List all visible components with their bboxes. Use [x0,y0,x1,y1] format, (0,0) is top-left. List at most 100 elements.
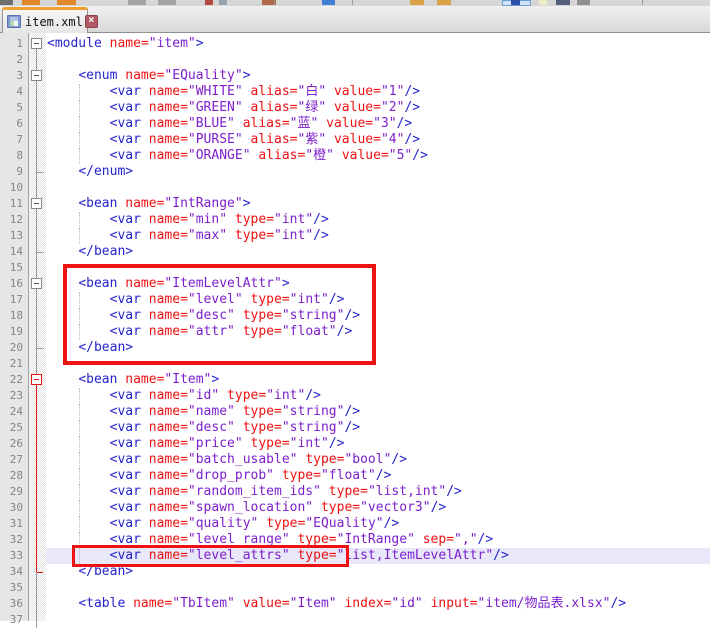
code-token: /> [446,484,462,499]
line-number[interactable]: 34 [0,564,29,580]
code-line[interactable]: <var name="random_item_ids" type="list,i… [46,484,710,500]
line-number[interactable]: 30 [0,500,29,516]
line-number[interactable]: 2 [0,52,29,68]
code-line[interactable]: </bean> [46,340,710,356]
code-line[interactable] [46,180,710,196]
code-line[interactable]: <var name="drop_prob" type="float"/> [46,468,710,484]
code-line[interactable]: <var name="attr" type="float"/> [46,324,710,340]
line-number[interactable]: 19 [0,324,29,340]
toolbar-icon-fragment[interactable] [577,0,590,5]
fold-toggle-icon[interactable] [31,278,42,289]
line-number[interactable]: 25 [0,420,29,436]
tab-item-xml[interactable]: item.xml × [2,7,88,33]
code-line[interactable] [46,52,710,68]
fold-toggle-icon[interactable] [31,38,42,49]
line-number[interactable]: 36 [0,596,29,612]
line-number[interactable]: 37 [0,612,29,628]
line-number[interactable]: 32 [0,532,29,548]
line-number[interactable]: 27 [0,452,29,468]
line-number[interactable]: 29 [0,484,29,500]
line-number[interactable]: 3 [0,68,29,84]
code-line[interactable]: <var name="ORANGE" alias="橙" value="5"/> [46,148,710,164]
toolbar-icon-fragment[interactable] [322,0,335,5]
code-line[interactable]: <var name="level_attrs" type="list,ItemL… [46,548,710,564]
code-line[interactable]: <var name="PURSE" alias="紫" value="4"/> [46,132,710,148]
code-line[interactable]: <var name="min" type="int"/> [46,212,710,228]
line-number[interactable]: 18 [0,308,29,324]
code-line[interactable]: <var name="level_range" type="IntRange" … [46,532,710,548]
code-line[interactable]: <var name="desc" type="string"/> [46,308,710,324]
line-number[interactable]: 8 [0,148,29,164]
toolbar-icon-fragment[interactable] [556,0,570,5]
line-number[interactable]: 7 [0,132,29,148]
fold-toggle-icon[interactable] [31,374,42,385]
line-number[interactable]: 20 [0,340,29,356]
fold-toggle-icon[interactable] [31,198,42,209]
toolbar-icon-fragment[interactable] [158,0,176,5]
line-number[interactable]: 15 [0,260,29,276]
code-line[interactable]: <var name="GREEN" alias="绿" value="2"/> [46,100,710,116]
line-number[interactable]: 6 [0,116,29,132]
code-line[interactable]: <var name="batch_usable" type="bool"/> [46,452,710,468]
code-line[interactable] [46,260,710,276]
code-line[interactable]: <bean name="Item"> [46,372,710,388]
code-line[interactable] [46,580,710,596]
code-line[interactable]: <bean name="ItemLevelAttr"> [46,276,710,292]
toolbar-icon-fragment[interactable] [57,0,76,5]
toolbar-icon-fragment[interactable] [205,0,213,5]
toolbar-separator [642,0,643,5]
line-number[interactable]: 23 [0,388,29,404]
line-number[interactable]: 16 [0,276,29,292]
code-editor[interactable]: 1 <module name="item"> 23 <enum name="EQua… [0,33,710,621]
line-number[interactable]: 26 [0,436,29,452]
code-line[interactable]: <var name="WHITE" alias="白" value="1"/> [46,84,710,100]
code-line[interactable]: <enum name="EQuality"> [46,68,710,84]
line-number[interactable]: 14 [0,244,29,260]
code-line[interactable]: </enum> [46,164,710,180]
code-line[interactable]: <table name="TbItem" value="Item" index=… [46,596,710,612]
line-number[interactable]: 28 [0,468,29,484]
code-line[interactable]: <var name="price" type="int"/> [46,436,710,452]
line-number[interactable]: 11 [0,196,29,212]
code-line[interactable]: <bean name="IntRange"> [46,196,710,212]
code-line[interactable]: <var name="level" type="int"/> [46,292,710,308]
code-line[interactable] [46,612,710,628]
code-line[interactable]: <var name="spawn_location" type="vector3… [46,500,710,516]
code-line[interactable]: <var name="name" type="string"/> [46,404,710,420]
code-line[interactable] [46,356,710,372]
line-number[interactable]: 31 [0,516,29,532]
code-line[interactable]: <module name="item"> [46,36,710,52]
line-number[interactable]: 4 [0,84,29,100]
code-line[interactable]: <var name="id" type="int"/> [46,388,710,404]
toolbar-icon-fragment[interactable] [539,0,547,5]
toolbar-icon-fragment[interactable] [437,0,451,5]
line-number[interactable]: 12 [0,212,29,228]
line-number[interactable]: 13 [0,228,29,244]
toolbar-icon-fragment[interactable] [219,0,227,5]
code-line[interactable]: <var name="quality" type="EQuality"/> [46,516,710,532]
code-line[interactable]: </bean> [46,564,710,580]
line-number[interactable]: 9 [0,164,29,180]
code-line[interactable]: <var name="desc" type="string"/> [46,420,710,436]
toolbar-icon-fragment[interactable] [410,0,424,5]
tab-close-button[interactable]: × [85,15,98,28]
line-number[interactable]: 22 [0,372,29,388]
code-line[interactable]: </bean> [46,244,710,260]
toolbar-icon-fragment[interactable] [22,0,40,5]
toolbar-icon-fragment[interactable] [511,0,520,5]
fold-toggle-icon[interactable] [31,70,42,81]
line-number[interactable]: 24 [0,404,29,420]
line-number[interactable]: 10 [0,180,29,196]
toolbar-icon-fragment[interactable] [128,0,146,5]
line-number[interactable]: 33 [0,548,29,564]
code-line[interactable]: <var name="max" type="int"/> [46,228,710,244]
code-line[interactable]: <var name="BLUE" alias="蓝" value="3"/> [46,116,710,132]
line-number[interactable]: 5 [0,100,29,116]
line-number[interactable]: 1 [0,36,29,52]
line-number[interactable]: 35 [0,580,29,596]
code-line-row: 3 <enum name="EQuality"> [0,68,710,84]
toolbar-icon-fragment[interactable] [0,0,13,5]
line-number[interactable]: 21 [0,356,29,372]
line-number[interactable]: 17 [0,292,29,308]
code-token: "橙" [305,148,334,163]
